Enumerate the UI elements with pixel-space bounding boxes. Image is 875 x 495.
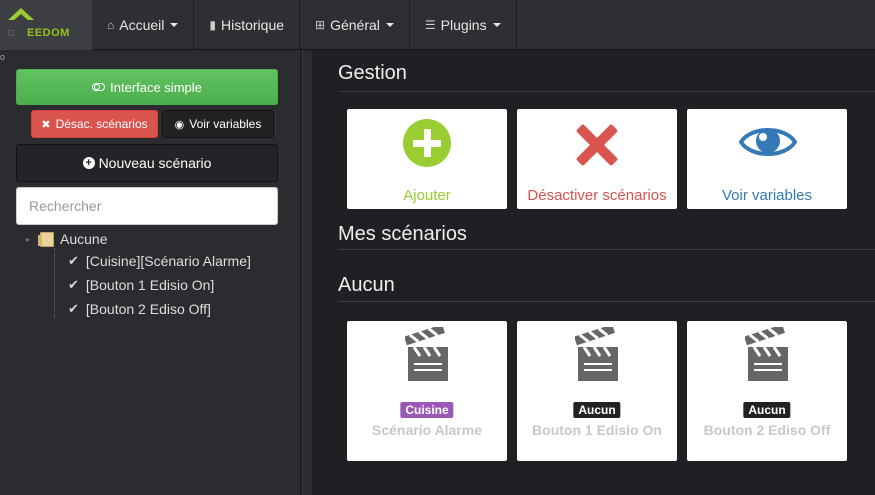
check-icon: ✔: [68, 277, 79, 292]
bar-chart-icon: ▮: [209, 18, 216, 32]
caret-down-icon: [385, 23, 394, 27]
grid-icon: ⊞: [315, 18, 326, 32]
nav-plugins[interactable]: ☰ Plugins: [410, 0, 517, 50]
sidebar-scrollbar[interactable]: [302, 50, 312, 495]
scenario-card[interactable]: Aucun Bouton 2 Ediso Off: [687, 321, 847, 461]
folder-icon: [38, 231, 55, 247]
nav-accueil-label: Accueil: [119, 17, 165, 33]
view-variables-button[interactable]: ◉ Voir variables: [162, 110, 274, 138]
tree-item[interactable]: ✔ [Cuisine][Scénario Alarme]: [68, 253, 251, 269]
scenario-card[interactable]: Cuisine Scénario Alarme: [347, 321, 507, 461]
divider: [338, 301, 875, 302]
scenario-name: Bouton 2 Ediso Off: [703, 422, 831, 438]
disable-scenarios-label: Désac. scénarios: [55, 117, 148, 131]
clapperboard-icon: [405, 327, 448, 381]
plus-circle-icon: [403, 119, 451, 167]
list-icon: ☰: [424, 18, 436, 32]
view-variables-label: Voir variables: [189, 117, 262, 131]
scenario-card[interactable]: Aucun Bouton 1 Edisio On: [517, 321, 677, 461]
card-desactiver-label: Désactiver scénarios: [527, 187, 667, 204]
section-title-mes-scenarios: Mes scénarios: [338, 223, 467, 245]
toggle-icon: [92, 83, 106, 91]
interface-simple-button[interactable]: Interface simple: [16, 69, 278, 105]
new-scenario-button[interactable]: + Nouveau scénario: [16, 144, 278, 182]
card-ajouter[interactable]: Ajouter: [347, 109, 507, 209]
corner-mark: o: [0, 52, 6, 62]
logo-text: EEDOM: [27, 27, 70, 39]
search-placeholder: Rechercher: [29, 198, 102, 214]
close-icon: [575, 123, 619, 167]
clapperboard-icon: [575, 327, 618, 381]
section-title-gestion: Gestion: [338, 62, 407, 84]
logo-roof-inner: [13, 14, 29, 21]
tree-toggle-icon[interactable]: ▸: [26, 235, 30, 244]
disable-scenarios-button[interactable]: ✖ Désac. scénarios: [31, 110, 158, 138]
tree-connector: [54, 248, 55, 318]
nav-historique-label: Historique: [221, 17, 285, 33]
nav-historique[interactable]: ▮ Historique: [194, 0, 301, 50]
eye-icon: ◉: [174, 118, 185, 131]
caret-down-icon: [170, 23, 179, 27]
navbar: ◻ EEDOM ⌂ Accueil ▮ Historique ⊞ Général…: [0, 0, 875, 50]
new-scenario-label: Nouveau scénario: [98, 155, 212, 171]
navbar-spacer: [517, 0, 875, 49]
tree-item[interactable]: ✔ [Bouton 2 Ediso Off]: [68, 301, 211, 317]
scenario-name: Bouton 1 Edisio On: [532, 422, 662, 438]
scenario-group-badge: Aucun: [573, 402, 621, 418]
clapperboard-icon: [745, 327, 788, 381]
section-title-group: Aucun: [338, 274, 395, 296]
nav-plugins-label: Plugins: [440, 17, 487, 33]
check-icon: ✔: [68, 253, 79, 268]
home-icon: ⌂: [107, 18, 115, 32]
card-voir-variables[interactable]: Voir variables: [687, 109, 847, 209]
divider: [338, 249, 875, 250]
check-icon: ✔: [68, 301, 79, 316]
plus-circle-icon: +: [82, 157, 95, 169]
jeedom-logo[interactable]: ◻ EEDOM: [0, 0, 92, 50]
interface-simple-label: Interface simple: [110, 79, 202, 95]
caret-down-icon: [492, 23, 501, 27]
tree-group-aucune[interactable]: ▸ Aucune: [26, 231, 108, 247]
scenario-group-badge: Aucun: [743, 402, 791, 418]
search-input[interactable]: Rechercher: [16, 187, 278, 225]
nav-general-label: Général: [330, 17, 380, 33]
tree-item-label: [Bouton 1 Edisio On]: [85, 277, 215, 293]
eye-icon: [739, 128, 797, 156]
tree-group-label: Aucune: [60, 231, 108, 247]
scenario-group-badge: Cuisine: [400, 402, 454, 418]
nav-accueil[interactable]: ⌂ Accueil: [92, 0, 195, 50]
close-icon: ✖: [41, 118, 51, 131]
scenario-name: Scénario Alarme: [372, 422, 482, 438]
logo-mark: ◻: [8, 28, 15, 37]
card-voir-variables-label: Voir variables: [721, 187, 813, 204]
card-ajouter-label: Ajouter: [403, 187, 451, 204]
nav-general[interactable]: ⊞ Général: [300, 0, 410, 50]
tree-item-label: [Cuisine][Scénario Alarme]: [85, 253, 251, 269]
tree-item-label: [Bouton 2 Ediso Off]: [85, 301, 211, 317]
divider: [338, 91, 875, 92]
tree-item[interactable]: ✔ [Bouton 1 Edisio On]: [68, 277, 214, 293]
card-desactiver[interactable]: Désactiver scénarios: [517, 109, 677, 209]
